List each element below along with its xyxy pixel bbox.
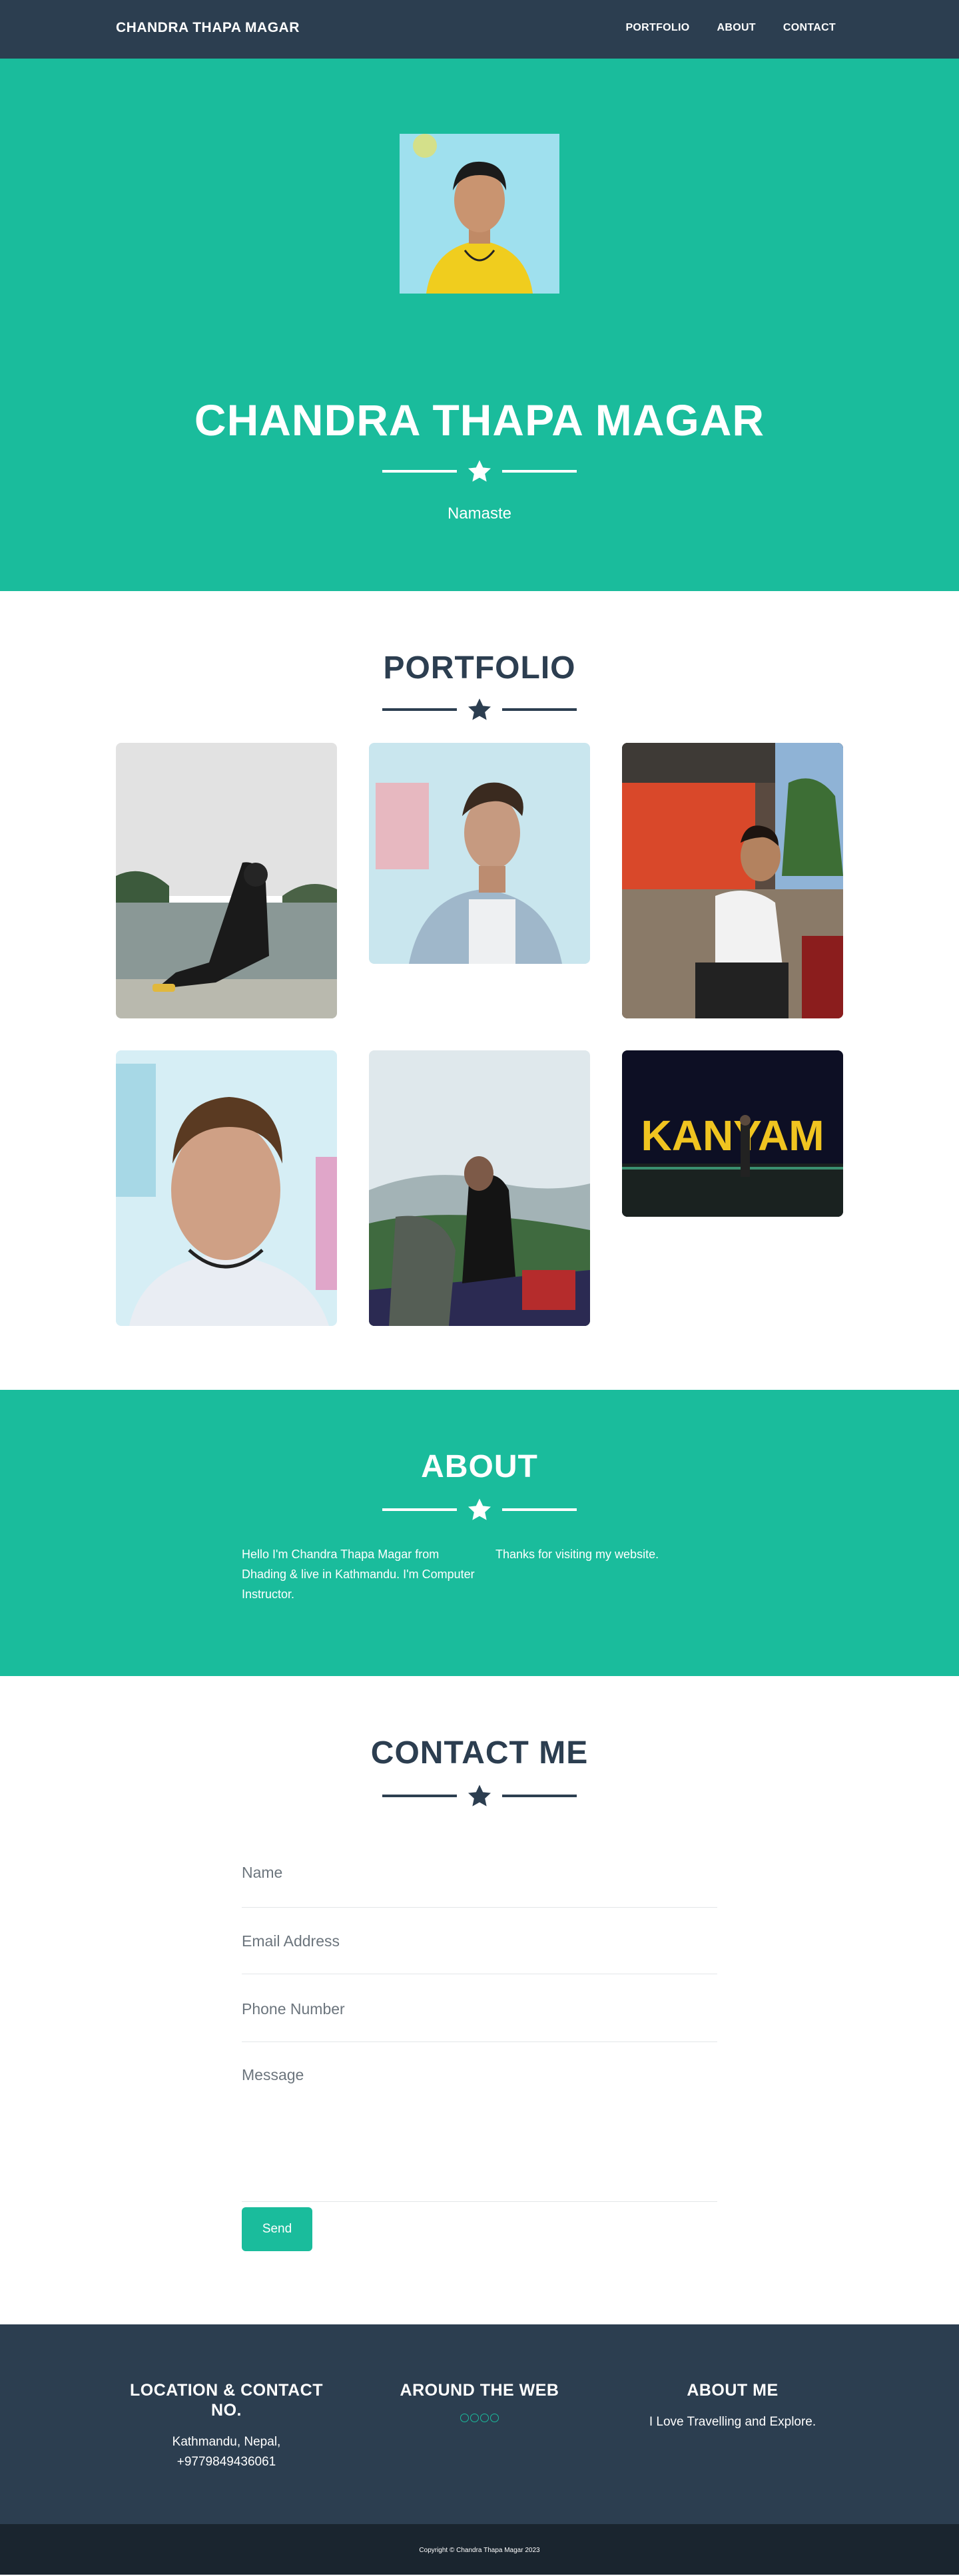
nav-link-about[interactable]: ABOUT (717, 22, 755, 34)
about-section: ABOUT Hello I'm Chandra Thapa Magar from… (0, 1390, 959, 1676)
brand-link[interactable]: CHANDRA THAPA MAGAR (116, 20, 300, 36)
message-field[interactable]: Message (242, 2042, 717, 2202)
linkedin-icon[interactable] (480, 2414, 489, 2422)
footer-about: ABOUT ME I Love Travelling and Explore. (626, 2380, 839, 2432)
name-placeholder: Name (242, 1864, 283, 1881)
profile-photo (400, 134, 559, 294)
twitter-icon[interactable] (470, 2414, 479, 2422)
portfolio-item-lake[interactable] (116, 743, 337, 1018)
hero-divider (0, 458, 959, 485)
about-text-right: Thanks for visiting my website. (495, 1548, 659, 1561)
phone-placeholder: Phone Number (242, 2000, 345, 2018)
portfolio-section: PORTFOLIO KANYAM (0, 591, 959, 1390)
about-divider (0, 1496, 959, 1523)
copyright-text: Copyright © Chandra Thapa Magar 2023 (419, 2547, 540, 2554)
portfolio-title: PORTFOLIO (383, 650, 576, 686)
email-placeholder: Email Address (242, 1932, 340, 1950)
portfolio-item-hilltop[interactable] (369, 1050, 590, 1326)
hero-subtitle: Namaste (447, 505, 512, 523)
copyright-bar: Copyright © Chandra Thapa Magar 2023 (0, 2524, 959, 2575)
phone-field[interactable]: Phone Number (242, 1974, 717, 2042)
portfolio-item-rooftop[interactable] (622, 743, 843, 1018)
portfolio-item-kanyam[interactable]: KANYAM (622, 1050, 843, 1217)
nav-link-contact[interactable]: CONTACT (783, 22, 836, 34)
footer-about-text: I Love Travelling and Explore. (649, 2415, 816, 2429)
about-text-left: Hello I'm Chandra Thapa Magar from Dhadi… (242, 1548, 475, 1601)
send-button[interactable]: Send (242, 2207, 312, 2251)
footer-web: AROUND THE WEB (373, 2380, 586, 2422)
hero-section: CHANDRA THAPA MAGAR Namaste (0, 59, 959, 591)
portfolio-divider (0, 696, 959, 723)
footer: LOCATION & CONTACT NO. Kathmandu, Nepal,… (0, 2324, 959, 2524)
footer-location-phone: +9779849436061 (176, 2455, 276, 2469)
footer-web-title: AROUND THE WEB (400, 2381, 559, 2400)
star-icon (468, 1498, 491, 1520)
footer-about-title: ABOUT ME (687, 2381, 779, 2400)
email-field[interactable]: Email Address (242, 1908, 717, 1974)
contact-title: CONTACT ME (370, 1735, 589, 1771)
social-links (373, 2414, 586, 2422)
portfolio-item-jacket[interactable] (369, 743, 590, 964)
star-icon (468, 698, 491, 720)
facebook-icon[interactable] (460, 2414, 469, 2422)
kanyam-sign: KANYAM (641, 1112, 824, 1160)
message-placeholder: Message (242, 2066, 304, 2083)
footer-location: LOCATION & CONTACT NO. Kathmandu, Nepal,… (120, 2380, 333, 2472)
star-icon (468, 460, 491, 482)
portfolio-item-selfie[interactable] (116, 1050, 337, 1326)
hero-title: CHANDRA THAPA MAGAR (194, 395, 765, 445)
navbar: CHANDRA THAPA MAGAR PORTFOLIO ABOUT CONT… (0, 0, 959, 59)
dribbble-icon[interactable] (490, 2414, 499, 2422)
contact-section: CONTACT ME Name Email Address Phone Numb… (0, 1676, 959, 2324)
nav-links: PORTFOLIO ABOUT CONTACT (598, 22, 836, 34)
name-field[interactable]: Name (242, 1842, 717, 1908)
nav-link-portfolio[interactable]: PORTFOLIO (625, 22, 689, 34)
footer-location-address: Kathmandu, Nepal, (172, 2435, 281, 2449)
footer-location-title: LOCATION & CONTACT NO. (130, 2381, 323, 2420)
contact-divider (0, 1783, 959, 1809)
star-icon (468, 1785, 491, 1807)
about-title: ABOUT (421, 1449, 538, 1484)
